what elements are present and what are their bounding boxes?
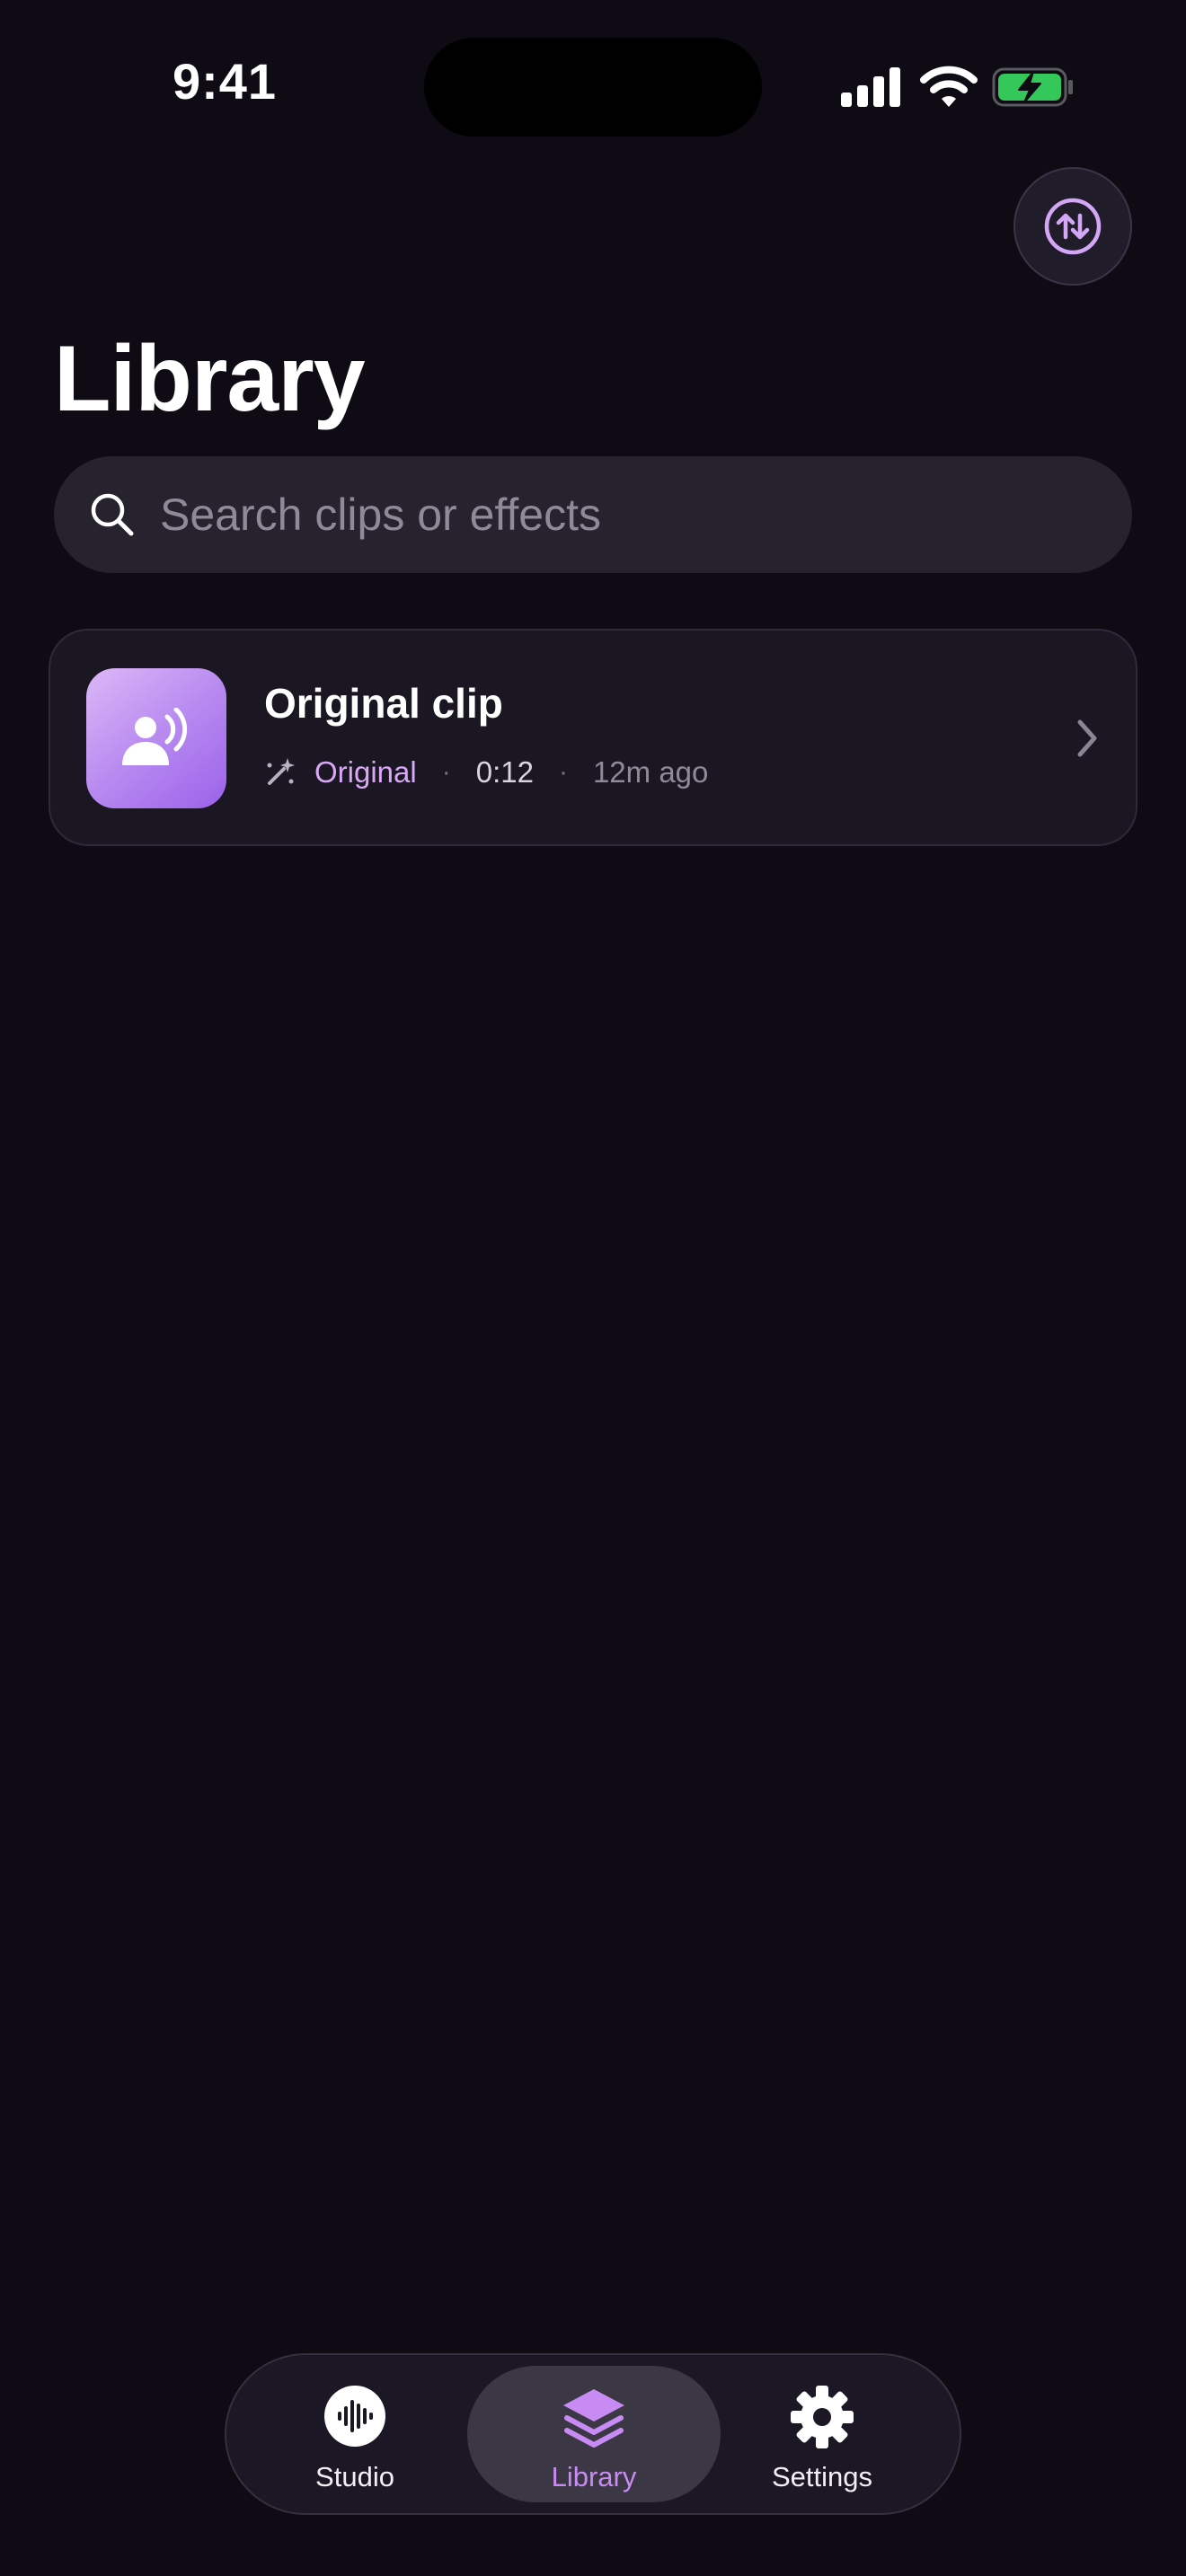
person-speaking-icon (122, 708, 188, 765)
search-input[interactable] (158, 455, 1132, 574)
search-icon (91, 493, 134, 536)
tab-settings[interactable]: Settings (701, 2355, 943, 2513)
clip-meta: Original · 0:12 · 12m ago (264, 753, 708, 792)
clip-thumbnail (86, 668, 226, 808)
tab-label: Library (551, 2461, 637, 2492)
clip-duration: 0:12 (475, 755, 534, 789)
clip-row[interactable]: Original clip Original · 0:12 · 12m ago (49, 629, 1137, 846)
meta-separator: · (441, 757, 451, 787)
tab-library[interactable]: Library (467, 2366, 721, 2502)
tab-bar: Studio Library Settings (225, 2353, 961, 2515)
magic-wand-icon (267, 758, 295, 785)
meta-separator: · (558, 757, 568, 787)
gear-icon (791, 2386, 854, 2448)
clip-age: 12m ago (592, 755, 709, 789)
tab-label: Studio (315, 2461, 394, 2492)
wifi-icon (920, 66, 978, 107)
dynamic-island (424, 38, 762, 137)
effect-tag: Original (314, 755, 417, 789)
tab-studio[interactable]: Studio (234, 2355, 476, 2513)
status-time: 9:41 (172, 53, 278, 110)
stack-layers-icon (563, 2389, 624, 2448)
status-bar: 9:41 (0, 0, 1186, 171)
waveform-icon (324, 2386, 385, 2447)
chevron-right-icon (1077, 719, 1097, 757)
sort-button[interactable] (1013, 167, 1132, 286)
tab-label: Settings (771, 2461, 872, 2492)
clip-title: Original clip (264, 680, 503, 727)
status-icons (841, 63, 1075, 111)
search-bar[interactable] (54, 455, 1132, 574)
sort-arrows-icon (1044, 198, 1102, 255)
page-title: Library (54, 327, 366, 431)
battery-charging-icon (992, 67, 1073, 107)
cellular-signal-icon (841, 67, 900, 107)
